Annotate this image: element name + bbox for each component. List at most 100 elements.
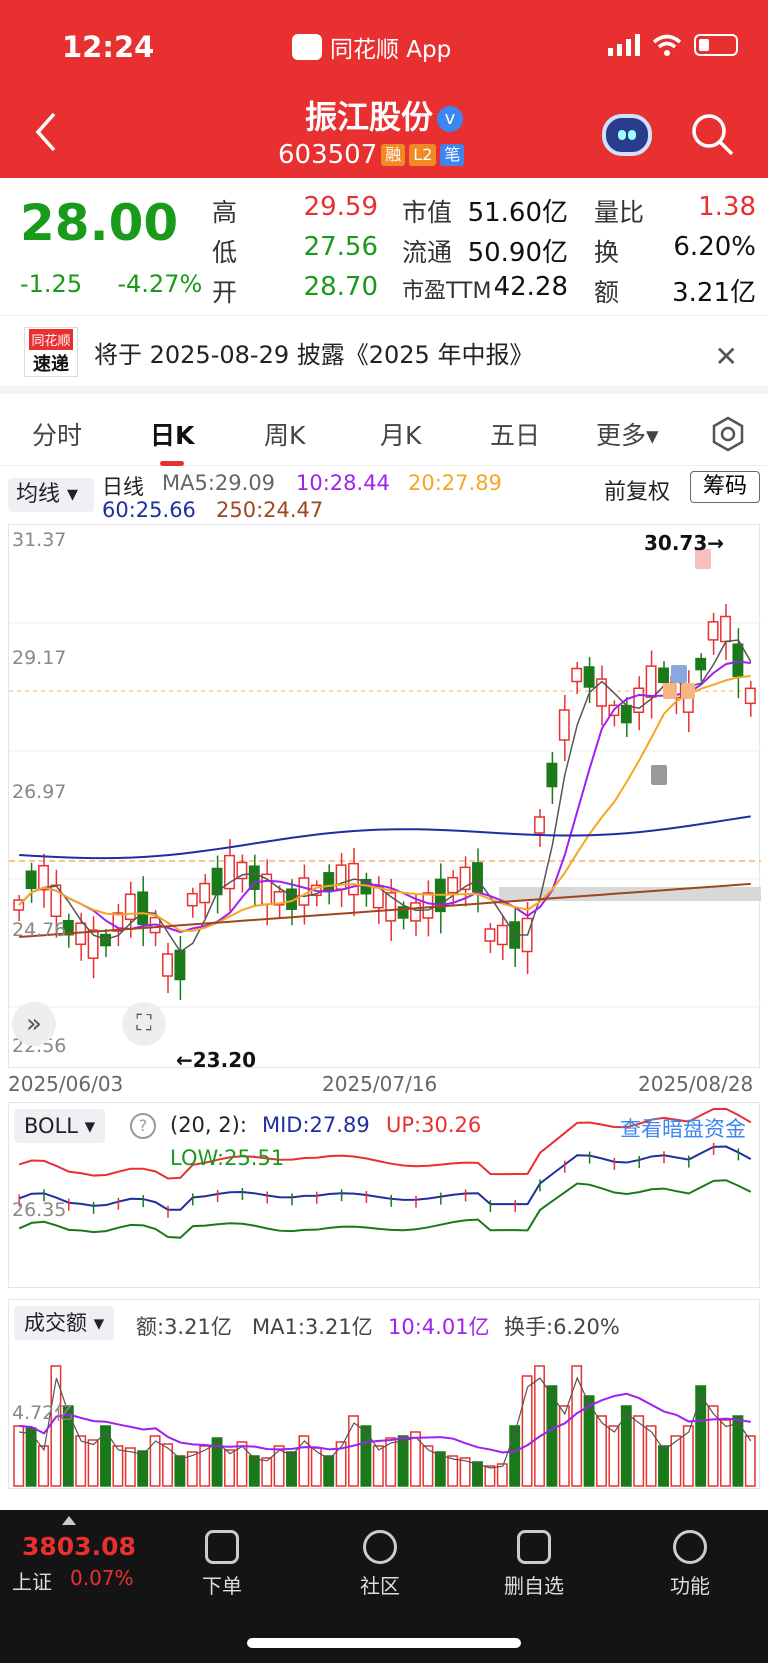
verified-icon: v [437, 106, 463, 132]
label-low: 低 [212, 238, 238, 267]
index-percent: 0.07% [70, 1566, 134, 1590]
volume-bar [620, 1405, 632, 1487]
value-mktcap: 51.60亿 [467, 198, 568, 228]
date-mid: 2025/07/16 [322, 1072, 438, 1096]
stock-name: 振江股份 [304, 98, 433, 136]
value-open: 28.70 [303, 272, 378, 302]
stock-code: 603507 [278, 140, 378, 170]
sell-marker [671, 665, 687, 683]
search-icon[interactable] [690, 112, 734, 156]
label-volratio: 量比 [594, 198, 645, 227]
candle-body [224, 854, 235, 890]
candle-body [25, 870, 37, 890]
index-value[interactable]: 3803.08 [22, 1532, 136, 1561]
status-app-name: 同花顺 App [330, 37, 452, 63]
expand-icon[interactable]: » [12, 1002, 56, 1046]
boll-selector-button[interactable]: BOLL ▾ [14, 1109, 106, 1143]
candle-body [658, 667, 669, 684]
price-change: -1.25 -4.27% [20, 270, 202, 298]
adjust-label[interactable]: 前复权 [604, 474, 670, 506]
nav-functions[interactable]: 功能 [640, 1522, 740, 1599]
volume-bar [434, 1451, 446, 1487]
volume-bar [112, 1445, 124, 1487]
tab-monthly[interactable]: 月K [380, 416, 421, 452]
news-banner[interactable]: 同花顺 速递 将于 2025-08-29 披露《2025 年中报》 ✕ [0, 318, 768, 394]
tag-margin: 融 [381, 144, 406, 166]
y-tick-1: 31.37 [12, 529, 67, 551]
home-indicator [247, 1638, 521, 1648]
volume-bar [124, 1447, 136, 1487]
volume-bar [87, 1439, 99, 1487]
volume-bar [521, 1375, 533, 1487]
tab-weekly[interactable]: 周K [264, 416, 305, 452]
index-name: 上证 [12, 1570, 52, 1594]
volume-ma10: 10:4.01亿 [388, 1315, 490, 1339]
ma60-line [19, 815, 751, 860]
nav-community[interactable]: 社区 [330, 1522, 430, 1599]
nav-order-label: 下单 [202, 1574, 242, 1598]
value-volratio: 1.38 [698, 192, 756, 222]
candle-body [546, 762, 558, 788]
volume-selector-button[interactable]: 成交额 ▾ [14, 1306, 115, 1340]
expand-up-icon[interactable] [62, 1516, 76, 1525]
y-tick-2: 29.17 [12, 647, 67, 669]
ma250-label: 250:24.47 [216, 498, 324, 522]
tag-note: 笔 [440, 144, 465, 166]
tab-intraday[interactable]: 分时 [32, 416, 82, 452]
change-value: -1.25 [20, 270, 83, 298]
value-float: 50.90亿 [467, 238, 568, 268]
boll-up: UP:30.26 [386, 1113, 482, 1137]
dark-pool-link[interactable]: 查看暗盘资金 [620, 1113, 746, 1143]
status-icons [608, 34, 738, 56]
chip-button[interactable]: 筹码 [690, 471, 760, 503]
value-high: 29.59 [303, 192, 378, 222]
volume-bar [707, 1405, 719, 1487]
volume-bar [137, 1450, 149, 1487]
nav-functions-label: 功能 [670, 1574, 710, 1598]
nav-order[interactable]: 下单 [172, 1522, 272, 1599]
period-tabs: 分时 日K 周K 月K 五日 更多▾ [0, 402, 768, 466]
app-logo-icon [292, 34, 322, 60]
volume-bar [484, 1465, 496, 1487]
date-start: 2025/06/03 [8, 1072, 124, 1096]
candle-body [744, 687, 756, 705]
volume-bar [261, 1457, 273, 1487]
volume-bar [744, 1435, 756, 1487]
volume-bar [286, 1451, 297, 1487]
help-icon[interactable]: ? [130, 1113, 156, 1139]
nav-remove-watchlist[interactable]: 删自选 [484, 1522, 584, 1599]
close-icon[interactable]: ✕ [715, 340, 738, 373]
ma60-label: 60:25.66 [102, 498, 196, 522]
news-text: 将于 2025-08-29 披露《2025 年中报》 [94, 340, 534, 369]
assistant-robot-icon[interactable] [602, 114, 652, 156]
volume-panel[interactable] [8, 1299, 760, 1489]
period-label: 日线 [102, 475, 144, 499]
label-turnover: 换 [594, 238, 620, 267]
news-logo: 同花顺 速递 [24, 327, 78, 377]
change-percent: -4.27% [117, 270, 203, 298]
min-price-label: ←23.20 [176, 1048, 257, 1072]
ma-selector-button[interactable]: 均线 ▾ [8, 478, 94, 512]
kline-panel[interactable] [8, 524, 761, 1068]
fullscreen-icon[interactable]: ⛶ [122, 1002, 166, 1046]
volume-bar [658, 1445, 669, 1487]
ma5-label: MA5:29.09 [162, 471, 276, 495]
t-marker [681, 683, 695, 699]
tab-daily[interactable]: 日K [150, 416, 194, 452]
tab-5day[interactable]: 五日 [490, 416, 540, 452]
settings-icon[interactable] [710, 416, 746, 452]
date-end: 2025/08/28 [638, 1072, 754, 1096]
max-price-label: 30.73→ [644, 531, 725, 555]
candle-body [645, 665, 657, 698]
volume-bar [397, 1435, 409, 1487]
boll-mid-line [18, 1145, 752, 1211]
buy-marker [651, 765, 667, 785]
volume-bar [38, 1445, 49, 1487]
candle-body [186, 892, 198, 907]
volume-bar [558, 1405, 570, 1487]
tab-more[interactable]: 更多▾ [596, 416, 659, 452]
signal-icon [608, 34, 640, 56]
candle-body [583, 666, 595, 688]
tag-l2: L2 [409, 144, 437, 166]
value-pe: 42.28 [493, 272, 568, 302]
